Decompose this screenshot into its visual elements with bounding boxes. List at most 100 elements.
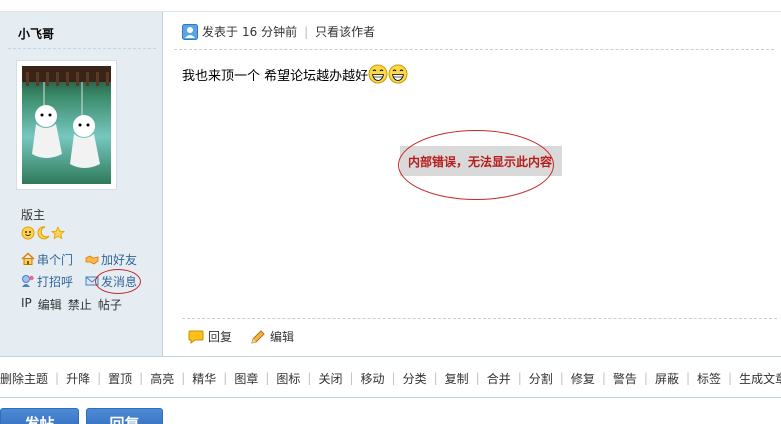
sun-icon <box>21 226 35 240</box>
user-rank: 版主 <box>21 208 46 222</box>
mod-action-label[interactable]: 精华 <box>192 370 216 387</box>
only-author-link[interactable]: 只看该作者 <box>315 23 375 40</box>
greet-icon <box>22 275 34 287</box>
mod-action-label[interactable]: 删除主题 <box>0 370 48 387</box>
post-body: 发表于 16 分钟前 | 只看该作者 我也来顶一个 希望论坛越办越好 内部错误，… <box>164 12 781 356</box>
meta-separator: | <box>304 24 309 39</box>
mod-action: 关闭 | <box>318 370 360 387</box>
mod-action-label[interactable]: 置顶 <box>108 370 132 387</box>
mod-action-label[interactable]: 复制 <box>445 370 469 387</box>
mod-action: 精华 | <box>192 370 234 387</box>
author-sidebar: 小飞哥 版主 串个门 加好友 打招呼 发消息 IP 编辑 禁止 帖子 <box>0 12 163 356</box>
avatar[interactable] <box>16 60 117 190</box>
handshake-icon <box>85 255 99 265</box>
mod-action-label[interactable]: 关闭 <box>318 370 342 387</box>
mod-separator: | <box>643 371 648 385</box>
reply-button[interactable]: 回复 <box>188 328 232 345</box>
admin-ban[interactable]: 禁止 <box>68 296 92 313</box>
mod-action: 生成文章 <box>739 370 781 387</box>
mod-action: 升降 | <box>66 370 108 387</box>
mod-action-label[interactable]: 分类 <box>403 370 427 387</box>
moon-icon <box>37 226 50 240</box>
mod-separator: | <box>223 371 228 385</box>
meta-divider <box>174 49 774 50</box>
star-icon <box>51 226 65 240</box>
mod-separator: | <box>685 371 690 385</box>
visit-label: 串个门 <box>37 252 74 267</box>
send-message-label: 发消息 <box>95 268 142 294</box>
post-actions: 回复 编辑 <box>188 328 294 345</box>
speech-bubble-icon <box>188 330 204 344</box>
admin-tools: IP 编辑 禁止 帖子 <box>21 296 122 313</box>
mod-separator: | <box>601 371 606 385</box>
mod-action-label[interactable]: 合并 <box>487 370 511 387</box>
mod-action: 删除主题 | <box>0 370 66 387</box>
edit-button[interactable]: 编辑 <box>250 328 294 345</box>
post-footer-divider <box>182 318 777 319</box>
mod-separator: | <box>475 371 480 385</box>
mod-action: 屏蔽 | <box>655 370 697 387</box>
mod-separator: | <box>55 371 60 385</box>
add-friend-link[interactable]: 加好友 <box>85 251 137 268</box>
mod-action: 警告 | <box>613 370 655 387</box>
admin-posts[interactable]: 帖子 <box>98 296 122 313</box>
admin-ip[interactable]: IP <box>21 296 32 313</box>
add-friend-label: 加好友 <box>101 252 138 267</box>
mod-action: 高亮 | <box>150 370 192 387</box>
mod-action: 合并 | <box>487 370 529 387</box>
annotation-circle <box>398 130 554 200</box>
top-divider <box>0 0 781 12</box>
post-meta: 发表于 16 分钟前 | 只看该作者 <box>182 23 375 40</box>
greet-label: 打招呼 <box>37 274 74 289</box>
home-icon <box>21 252 35 265</box>
mod-action: 置顶 | <box>108 370 150 387</box>
new-post-button[interactable]: 发帖 <box>0 408 79 424</box>
mod-action: 图标 | <box>276 370 318 387</box>
mod-action: 修复 | <box>571 370 613 387</box>
mod-separator: | <box>349 371 354 385</box>
mod-action: 移动 | <box>361 370 403 387</box>
mod-separator: | <box>181 371 186 385</box>
post-text: 我也来顶一个 希望论坛越办越好 <box>182 68 369 84</box>
reply-thread-button[interactable]: 回复 <box>86 408 163 424</box>
posted-prefix: 发表于 <box>202 25 239 39</box>
reply-label: 回复 <box>208 330 233 344</box>
user-icon <box>182 23 198 40</box>
pencil-icon <box>251 329 265 344</box>
author-name[interactable]: 小飞哥 <box>18 25 54 42</box>
mod-action-label[interactable]: 升降 <box>66 370 90 387</box>
edit-label: 编辑 <box>270 330 295 344</box>
mod-action-label[interactable]: 修复 <box>571 370 595 387</box>
mod-action-label[interactable]: 屏蔽 <box>655 370 679 387</box>
mod-action: 标签 | <box>697 370 739 387</box>
posted-time: 16 分钟前 <box>242 25 298 39</box>
greet-link[interactable]: 打招呼 <box>21 273 73 290</box>
admin-edit[interactable]: 编辑 <box>38 296 62 313</box>
grin-emoji-icon <box>368 64 388 84</box>
rank-badges <box>21 226 65 240</box>
mod-action-label[interactable]: 移动 <box>361 370 385 387</box>
post-content: 我也来顶一个 希望论坛越办越好 <box>182 64 408 84</box>
mod-separator: | <box>391 371 396 385</box>
mod-action-label[interactable]: 图章 <box>234 370 258 387</box>
mod-separator: | <box>265 371 270 385</box>
avatar-image <box>22 66 111 184</box>
mod-separator: | <box>307 371 312 385</box>
mod-action-label[interactable]: 生成文章 <box>739 370 781 387</box>
send-message-link[interactable]: 发消息 <box>85 268 142 294</box>
mod-action-label[interactable]: 高亮 <box>150 370 174 387</box>
grin-emoji-icon <box>388 64 408 84</box>
mod-separator: | <box>559 371 564 385</box>
mod-action: 图章 | <box>234 370 276 387</box>
mod-separator: | <box>139 371 144 385</box>
mod-action: 分类 | <box>403 370 445 387</box>
mod-separator: | <box>433 371 438 385</box>
mod-action-label[interactable]: 警告 <box>613 370 637 387</box>
mod-action-label[interactable]: 分割 <box>529 370 553 387</box>
mod-action: 复制 | <box>445 370 487 387</box>
mod-action: 分割 | <box>529 370 571 387</box>
mod-action-label[interactable]: 标签 <box>697 370 721 387</box>
visit-link[interactable]: 串个门 <box>21 251 73 268</box>
mod-separator: | <box>97 371 102 385</box>
mod-action-label[interactable]: 图标 <box>276 370 300 387</box>
